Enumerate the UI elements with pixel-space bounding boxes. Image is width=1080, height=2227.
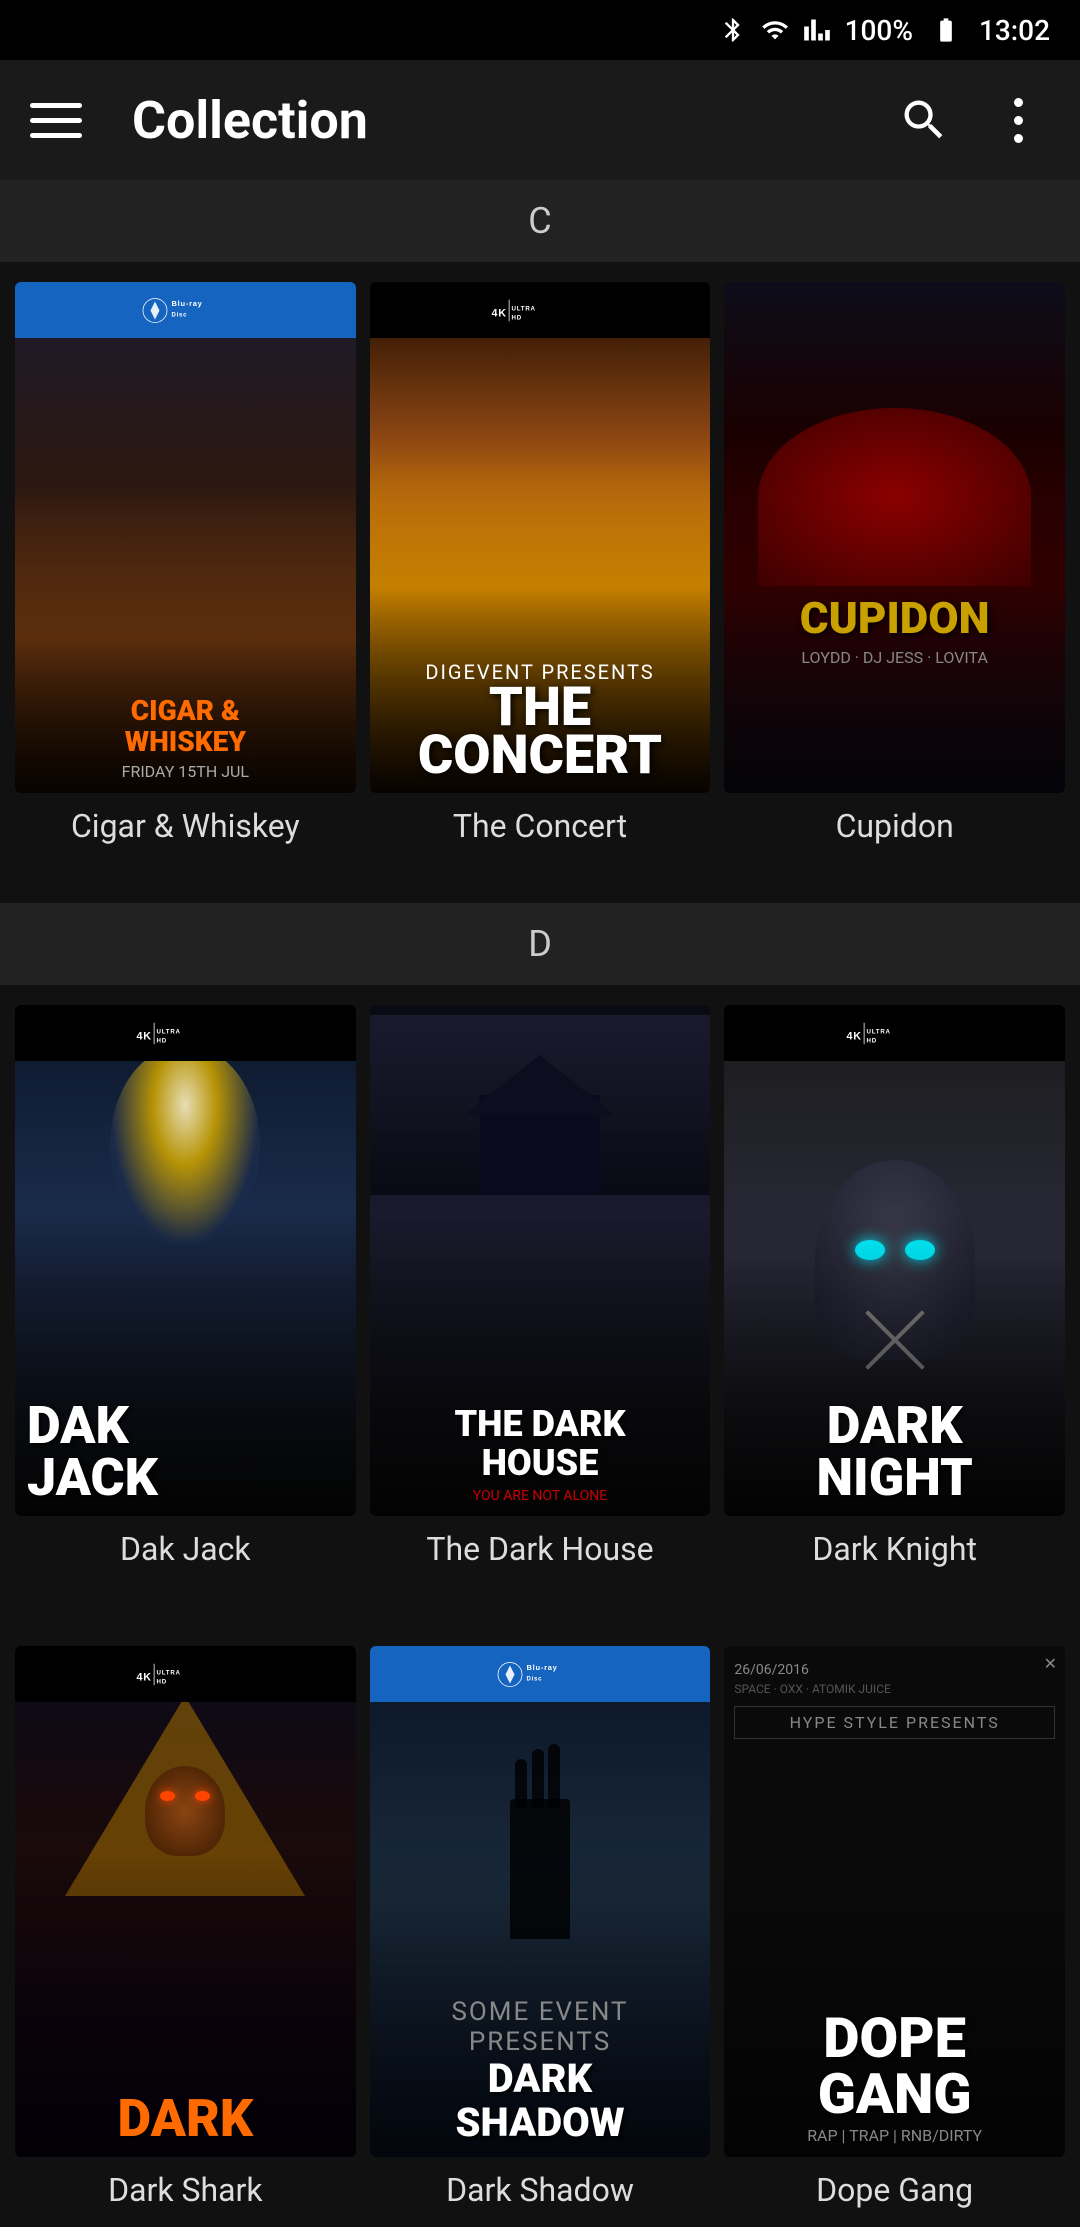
item-label-darkhouse: The Dark House [426,1530,653,1576]
battery-text: 100% [845,14,913,47]
more-options-button[interactable] [986,88,1050,152]
svg-text:Blu-ray: Blu-ray [172,299,203,308]
spacer-1 [0,863,1080,903]
poster-concert[interactable]: 4K ULTRA HD DIGEVENT PRESENTS THECONCERT [370,282,711,793]
svg-text:HD: HD [512,314,522,321]
svg-text:Blu-ray: Blu-ray [526,1663,557,1672]
item-label-cupidon: Cupidon [836,807,954,853]
poster-cigar-whiskey[interactable]: Blu-ray Disc CIGAR &WHISKEY FRIDAY 15TH … [15,282,356,793]
list-item[interactable]: 4K ULTRA HD DAKJACK Dak Jack [15,1005,356,1576]
signal-icon [803,16,831,44]
badge-4k-dakjack: 4K ULTRA HD [15,1005,356,1061]
list-item[interactable]: Blu-ray Disc [370,1646,711,2217]
svg-text:4K: 4K [137,1030,152,1042]
item-label-concert: The Concert [453,807,627,853]
svg-text:HD: HD [157,1037,167,1044]
time-text: 13:02 [979,14,1050,47]
menu-button[interactable] [30,103,82,138]
svg-text:ULTRA: ULTRA [512,305,536,312]
svg-text:Disc: Disc [172,312,188,318]
grid-d: 4K ULTRA HD DAKJACK Dak Jack [15,1005,1065,1576]
battery-icon [927,16,965,44]
item-label-dakjack: Dak Jack [120,1530,251,1576]
badge-4k-darkknight: 4K ULTRA HD [724,1005,1065,1061]
svg-text:HD: HD [157,1678,167,1685]
grid-d2: 4K ULTRA HD [15,1646,1065,2217]
item-label-darkshark: Dark Shark [108,2171,263,2217]
poster-dak-jack[interactable]: 4K ULTRA HD DAKJACK [15,1005,356,1516]
poster-dark-shark[interactable]: 4K ULTRA HD [15,1646,356,2157]
spacer-2 [0,1586,1080,1626]
list-item[interactable]: ✕ 26/06/2016 SPACE · OXX · ATOMIK JUICE … [724,1646,1065,2217]
badge-4k-darkshark: 4K ULTRA HD [15,1646,356,1702]
item-label-dopegang: Dope Gang [816,2171,973,2217]
poster-dark-house[interactable]: THE DARKHOUSE YOU ARE NOT ALONE [370,1005,711,1516]
list-item[interactable]: CUPIDON LOYDD · DJ JESS · LOVITA Cupidon [724,282,1065,853]
poster-dope-gang[interactable]: ✕ 26/06/2016 SPACE · OXX · ATOMIK JUICE … [724,1646,1065,2157]
page-title: Collection [132,90,862,151]
poster-cupidon[interactable]: CUPIDON LOYDD · DJ JESS · LOVITA [724,282,1065,793]
badge-blu-darkshadow: Blu-ray Disc [370,1646,711,1702]
badge-4k-concert: 4K ULTRA HD [370,282,711,338]
svg-text:ULTRA: ULTRA [866,1028,890,1035]
grid-section-d: 4K ULTRA HD DAKJACK Dak Jack [0,985,1080,1586]
item-label-darkshadow: Dark Shadow [446,2171,634,2217]
section-header-c: C [0,180,1080,262]
svg-text:4K: 4K [492,307,507,319]
wifi-icon [761,16,789,44]
search-button[interactable] [892,88,956,152]
svg-text:ULTRA: ULTRA [157,1028,181,1035]
grid-c: Blu-ray Disc CIGAR &WHISKEY FRIDAY 15TH … [15,282,1065,853]
svg-text:4K: 4K [137,1671,152,1683]
list-item[interactable]: 4K ULTRA HD [15,1646,356,2217]
bluetooth-icon [719,16,747,44]
list-item[interactable]: Blu-ray Disc CIGAR &WHISKEY FRIDAY 15TH … [15,282,356,853]
grid-section-d2: 4K ULTRA HD [0,1626,1080,2227]
svg-text:HD: HD [866,1037,876,1044]
item-label-cigar: Cigar & Whiskey [71,807,300,853]
status-bar: 100% 13:02 [0,0,1080,60]
list-item[interactable]: THE DARKHOUSE YOU ARE NOT ALONE The Dark… [370,1005,711,1576]
section-header-d: D [0,903,1080,985]
badge-blu-ray: Blu-ray Disc [15,282,356,338]
list-item[interactable]: 4K ULTRA HD DIGEVENT PRESENTS THECONCERT… [370,282,711,853]
item-label-darkknight: Dark Knight [812,1530,977,1576]
poster-dark-shadow[interactable]: Blu-ray Disc [370,1646,711,2157]
status-icons: 100% 13:02 [719,14,1050,47]
list-item[interactable]: 4K ULTRA HD [724,1005,1065,1576]
app-bar: Collection [0,60,1080,180]
svg-text:ULTRA: ULTRA [157,1669,181,1676]
poster-dark-knight[interactable]: 4K ULTRA HD [724,1005,1065,1516]
grid-section-c: Blu-ray Disc CIGAR &WHISKEY FRIDAY 15TH … [0,262,1080,863]
svg-text:Disc: Disc [526,1676,542,1682]
svg-text:4K: 4K [846,1030,861,1042]
